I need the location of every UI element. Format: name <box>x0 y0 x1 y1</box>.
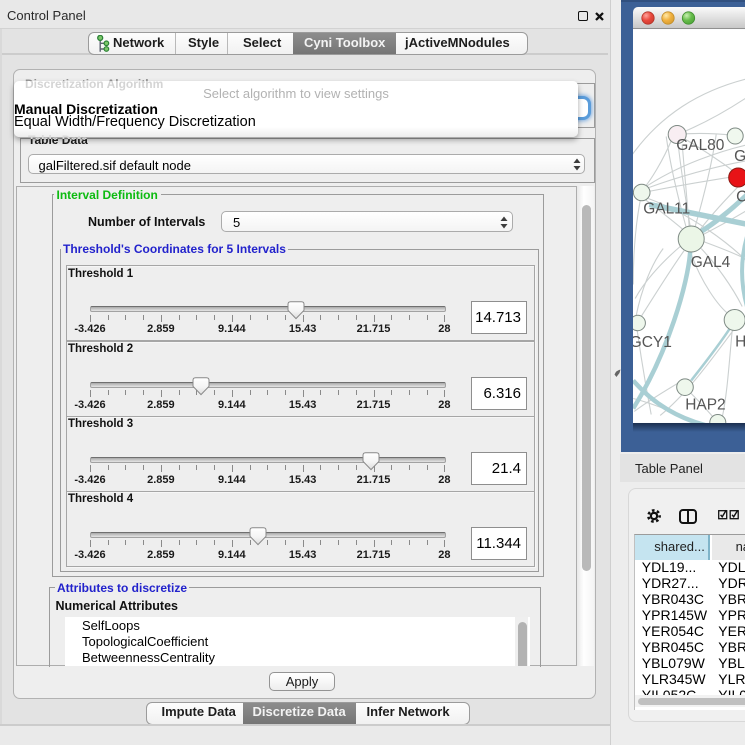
svg-text:GAL: GAL <box>734 148 745 165</box>
svg-text:GAL11: GAL11 <box>643 200 690 217</box>
svg-text:GAL4: GAL4 <box>690 253 730 270</box>
svg-text:GCY1: GCY1 <box>633 333 672 350</box>
svg-text:GAL80: GAL80 <box>676 137 724 154</box>
svg-text:HAP2: HAP2 <box>685 396 725 413</box>
svg-text:HIS: HIS <box>735 333 745 350</box>
svg-text:CDC: CDC <box>736 188 745 205</box>
